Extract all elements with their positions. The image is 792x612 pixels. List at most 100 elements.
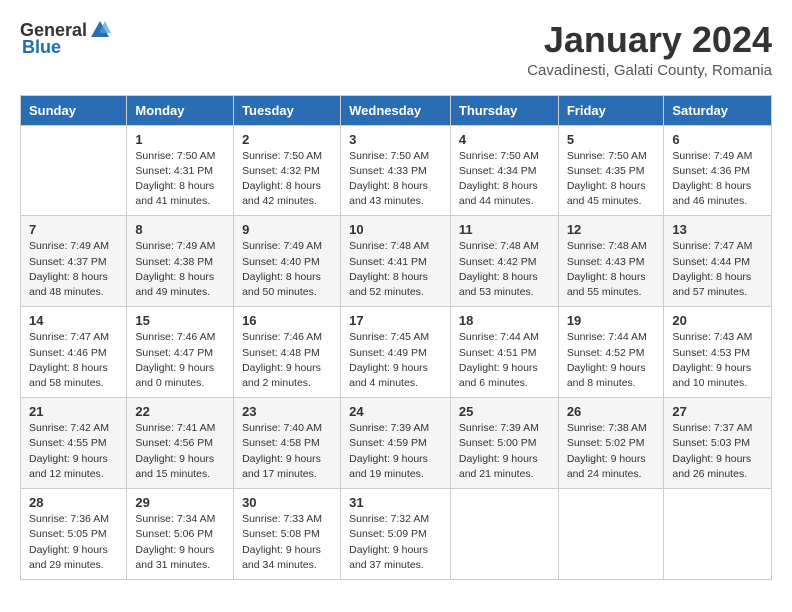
day-number: 1 [135, 132, 225, 147]
day-number: 14 [29, 313, 118, 328]
day-number: 29 [135, 495, 225, 510]
calendar-cell: 22 Sunrise: 7:41 AM Sunset: 4:56 PM Dayli… [127, 398, 234, 489]
calendar-cell: 27 Sunrise: 7:37 AM Sunset: 5:03 PM Dayli… [664, 398, 772, 489]
page-header: General Blue January 2024 Cavadinesti, G… [20, 20, 772, 79]
calendar-cell: 31 Sunrise: 7:32 AM Sunset: 5:09 PM Dayli… [341, 489, 451, 580]
week-row-4: 21 Sunrise: 7:42 AM Sunset: 4:55 PM Dayli… [21, 398, 772, 489]
day-number: 24 [349, 404, 442, 419]
calendar-cell: 15 Sunrise: 7:46 AM Sunset: 4:47 PM Dayli… [127, 307, 234, 398]
week-row-3: 14 Sunrise: 7:47 AM Sunset: 4:46 PM Dayli… [21, 307, 772, 398]
day-details: Sunrise: 7:49 AM Sunset: 4:37 PM Dayligh… [29, 239, 118, 300]
day-details: Sunrise: 7:50 AM Sunset: 4:35 PM Dayligh… [567, 149, 656, 210]
calendar-cell: 29 Sunrise: 7:34 AM Sunset: 5:06 PM Dayli… [127, 489, 234, 580]
weekday-header-wednesday: Wednesday [341, 95, 451, 125]
day-number: 12 [567, 222, 656, 237]
day-details: Sunrise: 7:38 AM Sunset: 5:02 PM Dayligh… [567, 421, 656, 482]
day-details: Sunrise: 7:33 AM Sunset: 5:08 PM Dayligh… [242, 512, 332, 573]
day-number: 28 [29, 495, 118, 510]
day-details: Sunrise: 7:43 AM Sunset: 4:53 PM Dayligh… [672, 330, 763, 391]
day-number: 11 [459, 222, 550, 237]
day-number: 6 [672, 132, 763, 147]
day-number: 31 [349, 495, 442, 510]
day-details: Sunrise: 7:32 AM Sunset: 5:09 PM Dayligh… [349, 512, 442, 573]
day-details: Sunrise: 7:45 AM Sunset: 4:49 PM Dayligh… [349, 330, 442, 391]
title-section: January 2024 Cavadinesti, Galati County,… [527, 20, 772, 79]
calendar-cell: 20 Sunrise: 7:43 AM Sunset: 4:53 PM Dayli… [664, 307, 772, 398]
day-details: Sunrise: 7:49 AM Sunset: 4:40 PM Dayligh… [242, 239, 332, 300]
day-details: Sunrise: 7:47 AM Sunset: 4:44 PM Dayligh… [672, 239, 763, 300]
day-number: 21 [29, 404, 118, 419]
day-number: 4 [459, 132, 550, 147]
day-details: Sunrise: 7:49 AM Sunset: 4:38 PM Dayligh… [135, 239, 225, 300]
weekday-header-friday: Friday [558, 95, 664, 125]
day-number: 13 [672, 222, 763, 237]
day-details: Sunrise: 7:48 AM Sunset: 4:42 PM Dayligh… [459, 239, 550, 300]
weekday-header-sunday: Sunday [21, 95, 127, 125]
day-number: 23 [242, 404, 332, 419]
calendar-cell: 11 Sunrise: 7:48 AM Sunset: 4:42 PM Dayli… [450, 216, 558, 307]
day-number: 3 [349, 132, 442, 147]
calendar-cell: 3 Sunrise: 7:50 AM Sunset: 4:33 PM Daylig… [341, 125, 451, 216]
logo-blue: Blue [22, 37, 61, 58]
day-details: Sunrise: 7:44 AM Sunset: 4:51 PM Dayligh… [459, 330, 550, 391]
calendar-cell [664, 489, 772, 580]
day-details: Sunrise: 7:34 AM Sunset: 5:06 PM Dayligh… [135, 512, 225, 573]
calendar-cell: 9 Sunrise: 7:49 AM Sunset: 4:40 PM Daylig… [234, 216, 341, 307]
calendar-cell: 18 Sunrise: 7:44 AM Sunset: 4:51 PM Dayli… [450, 307, 558, 398]
calendar-cell: 13 Sunrise: 7:47 AM Sunset: 4:44 PM Dayli… [664, 216, 772, 307]
week-row-2: 7Sunrise: 7:49 AM Sunset: 4:37 PM Daylig… [21, 216, 772, 307]
day-details: Sunrise: 7:48 AM Sunset: 4:43 PM Dayligh… [567, 239, 656, 300]
calendar-cell: 21 Sunrise: 7:42 AM Sunset: 4:55 PM Dayli… [21, 398, 127, 489]
day-number: 27 [672, 404, 763, 419]
day-number: 19 [567, 313, 656, 328]
day-number: 26 [567, 404, 656, 419]
day-details: Sunrise: 7:41 AM Sunset: 4:56 PM Dayligh… [135, 421, 225, 482]
day-details: Sunrise: 7:49 AM Sunset: 4:36 PM Dayligh… [672, 149, 763, 210]
day-number: 16 [242, 313, 332, 328]
weekday-header-thursday: Thursday [450, 95, 558, 125]
weekday-header-row: SundayMondayTuesdayWednesdayThursdayFrid… [21, 95, 772, 125]
day-details: Sunrise: 7:50 AM Sunset: 4:31 PM Dayligh… [135, 149, 225, 210]
location-subtitle: Cavadinesti, Galati County, Romania [527, 62, 772, 79]
day-number: 20 [672, 313, 763, 328]
day-number: 22 [135, 404, 225, 419]
day-details: Sunrise: 7:48 AM Sunset: 4:41 PM Dayligh… [349, 239, 442, 300]
weekday-header-tuesday: Tuesday [234, 95, 341, 125]
weekday-header-saturday: Saturday [664, 95, 772, 125]
day-number: 10 [349, 222, 442, 237]
calendar-cell: 26 Sunrise: 7:38 AM Sunset: 5:02 PM Dayli… [558, 398, 664, 489]
day-number: 17 [349, 313, 442, 328]
calendar-cell [21, 125, 127, 216]
day-details: Sunrise: 7:42 AM Sunset: 4:55 PM Dayligh… [29, 421, 118, 482]
calendar-cell: 19 Sunrise: 7:44 AM Sunset: 4:52 PM Dayli… [558, 307, 664, 398]
logo: General Blue [20, 20, 111, 58]
day-number: 30 [242, 495, 332, 510]
day-details: Sunrise: 7:36 AM Sunset: 5:05 PM Dayligh… [29, 512, 118, 573]
calendar-cell: 28 Sunrise: 7:36 AM Sunset: 5:05 PM Dayli… [21, 489, 127, 580]
day-details: Sunrise: 7:37 AM Sunset: 5:03 PM Dayligh… [672, 421, 763, 482]
day-number: 2 [242, 132, 332, 147]
calendar-cell: 2 Sunrise: 7:50 AM Sunset: 4:32 PM Daylig… [234, 125, 341, 216]
calendar-cell: 5Sunrise: 7:50 AM Sunset: 4:35 PM Daylig… [558, 125, 664, 216]
logo-icon [89, 19, 111, 41]
calendar-cell: 23 Sunrise: 7:40 AM Sunset: 4:58 PM Dayli… [234, 398, 341, 489]
week-row-1: 1 Sunrise: 7:50 AM Sunset: 4:31 PM Daylig… [21, 125, 772, 216]
calendar-cell: 12 Sunrise: 7:48 AM Sunset: 4:43 PM Dayli… [558, 216, 664, 307]
day-details: Sunrise: 7:44 AM Sunset: 4:52 PM Dayligh… [567, 330, 656, 391]
calendar-cell: 6 Sunrise: 7:49 AM Sunset: 4:36 PM Daylig… [664, 125, 772, 216]
day-details: Sunrise: 7:50 AM Sunset: 4:33 PM Dayligh… [349, 149, 442, 210]
weekday-header-monday: Monday [127, 95, 234, 125]
calendar-cell: 24Sunrise: 7:39 AM Sunset: 4:59 PM Dayli… [341, 398, 451, 489]
calendar-cell: 1 Sunrise: 7:50 AM Sunset: 4:31 PM Daylig… [127, 125, 234, 216]
day-number: 25 [459, 404, 550, 419]
day-details: Sunrise: 7:40 AM Sunset: 4:58 PM Dayligh… [242, 421, 332, 482]
day-number: 18 [459, 313, 550, 328]
day-details: Sunrise: 7:50 AM Sunset: 4:32 PM Dayligh… [242, 149, 332, 210]
day-number: 15 [135, 313, 225, 328]
calendar-table: SundayMondayTuesdayWednesdayThursdayFrid… [20, 95, 772, 580]
day-details: Sunrise: 7:46 AM Sunset: 4:47 PM Dayligh… [135, 330, 225, 391]
day-details: Sunrise: 7:39 AM Sunset: 5:00 PM Dayligh… [459, 421, 550, 482]
day-number: 9 [242, 222, 332, 237]
day-details: Sunrise: 7:46 AM Sunset: 4:48 PM Dayligh… [242, 330, 332, 391]
day-details: Sunrise: 7:47 AM Sunset: 4:46 PM Dayligh… [29, 330, 118, 391]
